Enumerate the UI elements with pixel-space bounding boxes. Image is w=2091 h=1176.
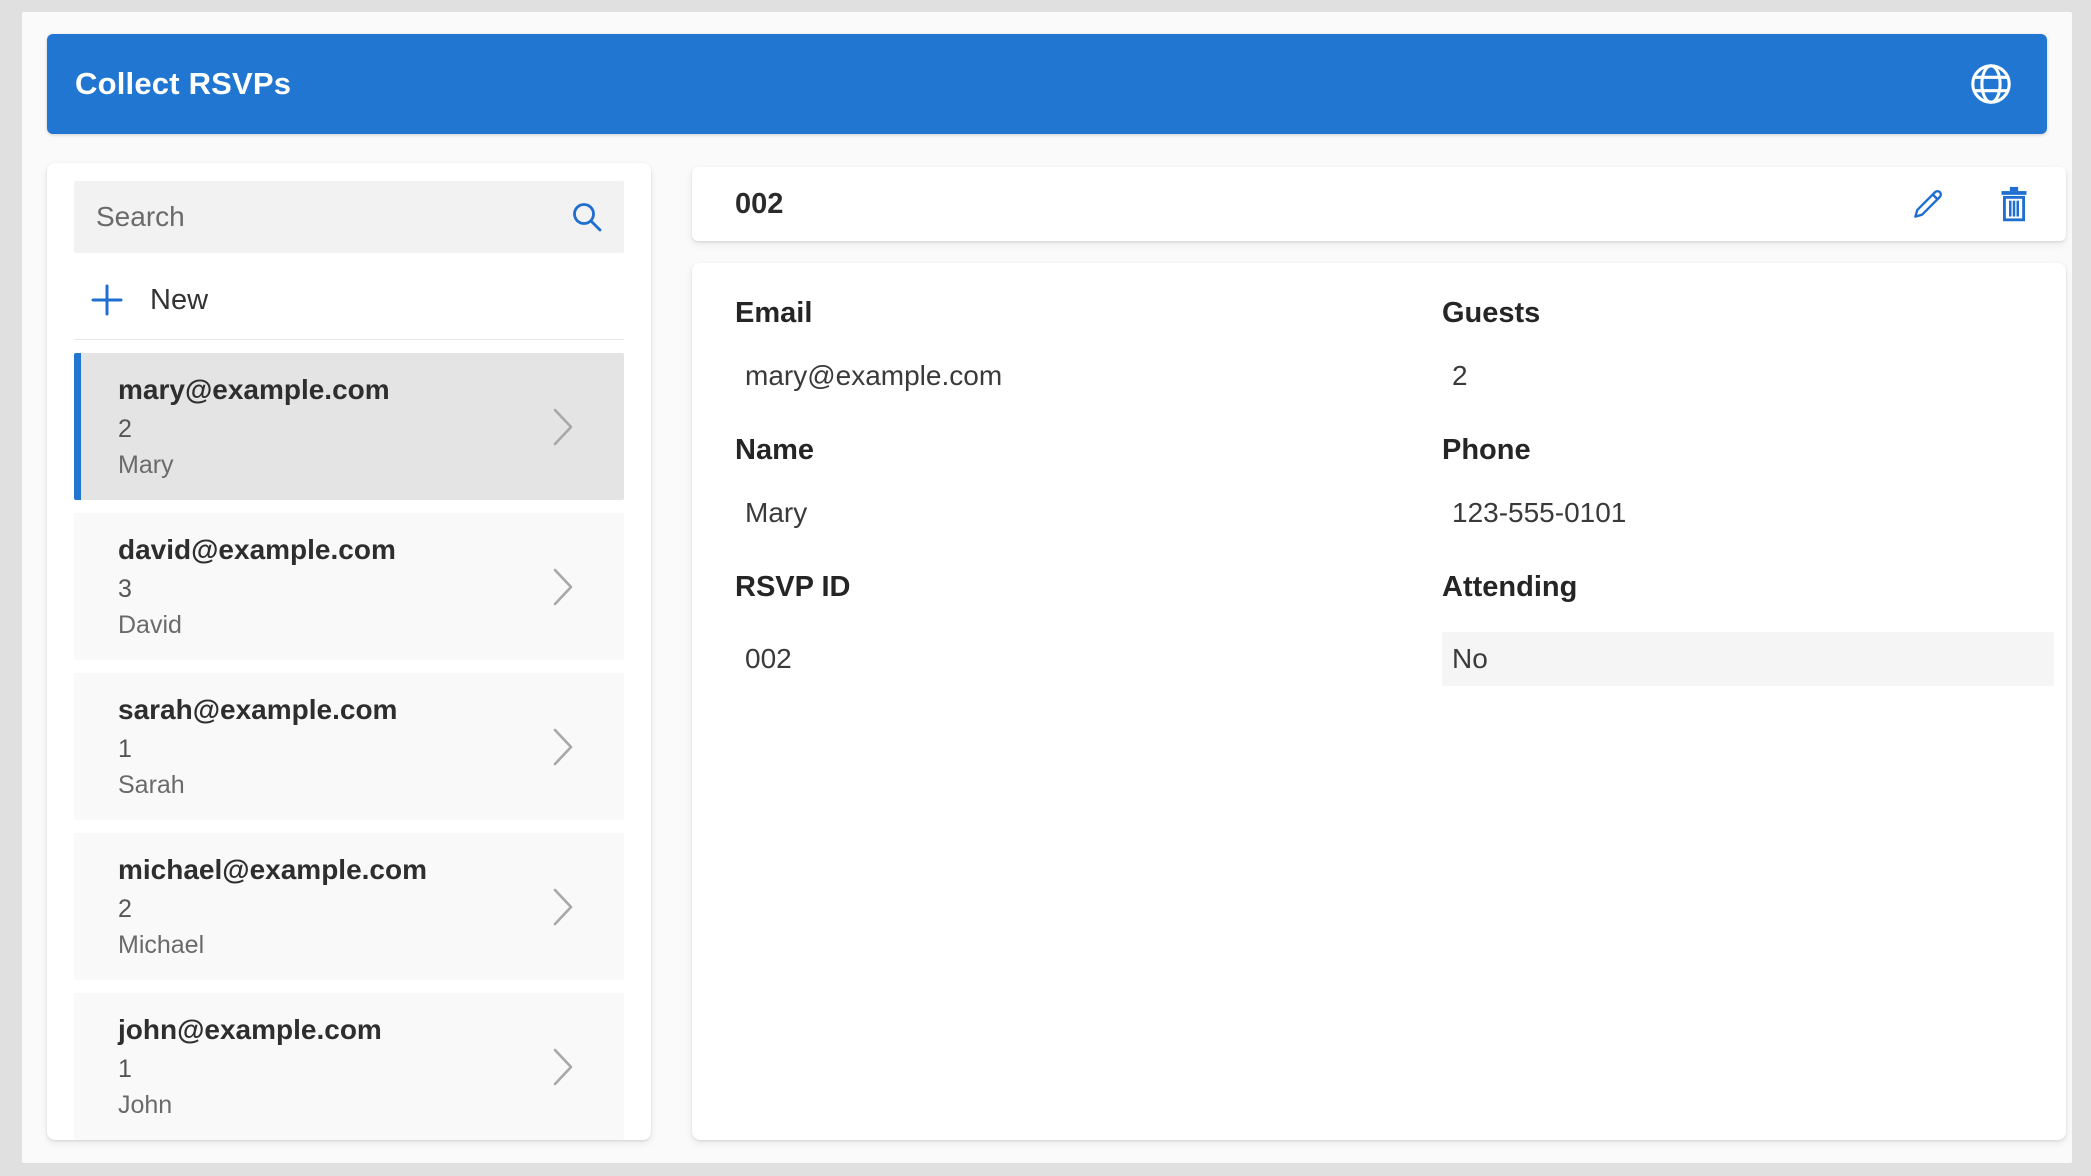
- app-header: Collect RSVPs: [47, 34, 2047, 134]
- field-value: 002: [745, 643, 792, 674]
- field-label: Phone: [1442, 434, 1531, 466]
- edit-button[interactable]: [1906, 182, 1950, 226]
- list-item-name: David: [118, 610, 182, 639]
- field-value: mary@example.com: [745, 360, 1003, 391]
- rsvp-list: mary@example.com 2 Mary david@example.co…: [74, 353, 624, 1140]
- detail-actions: [1906, 182, 2036, 226]
- list-item-email: sarah@example.com: [118, 693, 398, 725]
- list-item-email: david@example.com: [118, 533, 396, 565]
- list-item-email: mary@example.com: [118, 373, 390, 405]
- list-item-michael[interactable]: michael@example.com 2 Michael: [74, 833, 624, 980]
- panel-divider: [74, 339, 624, 340]
- app-title: Collect RSVPs: [75, 66, 292, 101]
- detail-card: Email mary@example.com Guests 2 Name Mar…: [692, 263, 2066, 1140]
- list-item-name: Michael: [118, 930, 205, 959]
- field-attending: Attending No: [1442, 571, 2054, 686]
- plus-icon: [90, 283, 124, 317]
- delete-button[interactable]: [1992, 182, 2036, 226]
- field-rsvp-id: RSVP ID 002: [735, 571, 1442, 686]
- rsvp-list-panel: New mary@example.com 2 Mary david@exampl…: [47, 163, 651, 1140]
- detail-header: 002: [692, 167, 2066, 241]
- list-item-guests: 2: [118, 414, 132, 443]
- field-phone: Phone 123-555-0101: [1442, 434, 2054, 531]
- detail-form: Email mary@example.com Guests 2 Name Mar…: [735, 297, 2054, 686]
- list-item-guests: 2: [118, 894, 132, 923]
- list-item-guests: 3: [118, 574, 132, 603]
- field-guests: Guests 2: [1442, 297, 2054, 394]
- field-label: Email: [735, 297, 813, 329]
- chevron-right-icon[interactable]: [552, 1047, 574, 1087]
- field-label: Guests: [1442, 297, 1541, 329]
- field-email: Email mary@example.com: [735, 297, 1442, 394]
- list-item-name: Sarah: [118, 770, 185, 799]
- field-value: Mary: [745, 497, 808, 528]
- list-item-name: Mary: [118, 450, 174, 479]
- field-value-highlighted: No: [1442, 632, 2054, 686]
- pencil-icon: [1909, 185, 1947, 223]
- list-item-guests: 1: [118, 734, 132, 763]
- search-box[interactable]: [74, 181, 624, 253]
- trash-icon: [1995, 184, 2033, 224]
- list-item-email: michael@example.com: [118, 853, 427, 885]
- chevron-right-icon[interactable]: [552, 407, 574, 447]
- list-item-john[interactable]: john@example.com 1 John: [74, 993, 624, 1140]
- field-label: Name: [735, 434, 814, 466]
- list-item-mary[interactable]: mary@example.com 2 Mary: [74, 353, 624, 500]
- field-label: RSVP ID: [735, 571, 851, 603]
- new-record-label: New: [150, 283, 209, 316]
- chevron-right-icon[interactable]: [552, 567, 574, 607]
- chevron-right-icon[interactable]: [552, 887, 574, 927]
- list-item-sarah[interactable]: sarah@example.com 1 Sarah: [74, 673, 624, 820]
- list-item-david[interactable]: david@example.com 3 David: [74, 513, 624, 660]
- globe-button[interactable]: [1963, 56, 2019, 112]
- list-item-email: john@example.com: [118, 1013, 382, 1045]
- search-icon[interactable]: [570, 200, 604, 234]
- search-input[interactable]: [94, 200, 570, 234]
- list-item-guests: 1: [118, 1054, 132, 1083]
- field-value: 123-555-0101: [1452, 497, 1627, 528]
- app-canvas: Collect RSVPs Search New mary@example.co…: [22, 12, 2072, 1163]
- new-record-button[interactable]: New: [74, 267, 624, 333]
- chevron-right-icon[interactable]: [552, 727, 574, 767]
- globe-icon: [1968, 61, 2014, 107]
- field-label: Attending: [1442, 571, 1578, 603]
- field-value: 2: [1452, 360, 1468, 391]
- list-item-name: John: [118, 1090, 173, 1119]
- detail-title: 002: [735, 187, 784, 220]
- field-name: Name Mary: [735, 434, 1442, 531]
